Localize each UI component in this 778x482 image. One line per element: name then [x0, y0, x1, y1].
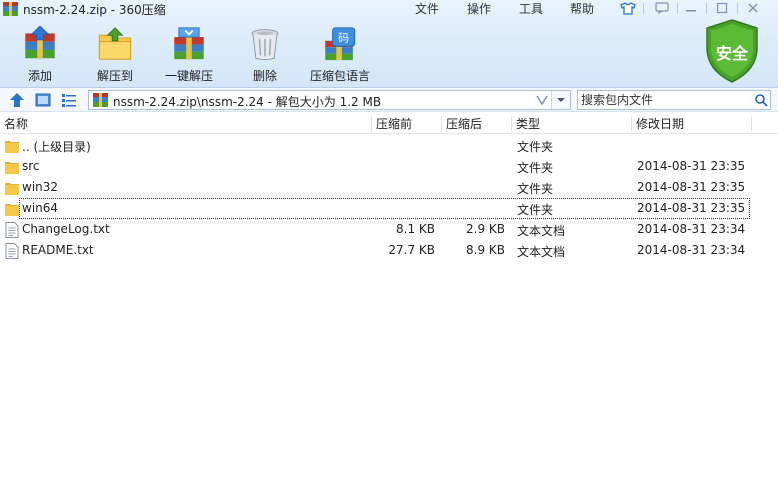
- file-type: 文本文档: [517, 224, 566, 238]
- search-box: [577, 90, 771, 110]
- folder-extract-icon: [98, 27, 132, 60]
- one-click-extract-icon: [174, 27, 204, 60]
- file-packed-size: 8.1 KB: [396, 222, 435, 236]
- search-icon[interactable]: [754, 93, 768, 107]
- text-file-icon: [5, 222, 19, 238]
- archive-icon: [93, 93, 108, 107]
- file-packed-size: 27.7 KB: [388, 243, 435, 257]
- maximize-button[interactable]: [711, 0, 733, 16]
- folder-icon: [5, 162, 19, 174]
- shirt-icon: [620, 1, 636, 15]
- column-modified[interactable]: 修改日期: [632, 114, 684, 134]
- search-input[interactable]: [581, 92, 749, 108]
- file-row[interactable]: ChangeLog.txt 8.1 KB 2.9 KB 文本文档 2014-08-31 …: [0, 219, 778, 240]
- minimize-icon: [686, 10, 696, 12]
- title-divider: [643, 3, 644, 14]
- file-type: 文件夹: [517, 140, 554, 154]
- file-row[interactable]: win64 文件夹 2014-08-31 23:35: [0, 198, 778, 219]
- file-type: 文本文档: [517, 245, 566, 259]
- file-compressed-size: 2.9 KB: [466, 222, 505, 236]
- file-modified: 2014-08-31 23:34: [637, 243, 746, 257]
- path-text: nssm-2.24.zip\nssm-2.24 - 解包大小为 1.2 MB: [113, 95, 382, 109]
- dropdown-arrow-icon: [557, 98, 565, 102]
- archive-app-icon: [3, 2, 18, 16]
- column-packed[interactable]: 压缩前: [372, 114, 412, 134]
- path-field[interactable]: nssm-2.24.zip\nssm-2.24 - 解包大小为 1.2 MB: [88, 90, 571, 110]
- file-compressed-size: 8.9 KB: [466, 243, 505, 257]
- maximize-icon: [716, 2, 728, 14]
- minimize-button[interactable]: [680, 0, 702, 16]
- file-row[interactable]: .. (上级目录) 文件夹: [0, 135, 778, 156]
- feedback-button[interactable]: [651, 0, 673, 16]
- column-name[interactable]: 名称: [0, 114, 28, 134]
- title-bar: nssm-2.24.zip - 360压缩 文件 操作 工具 帮助: [0, 0, 778, 18]
- chevron-down-icon[interactable]: [535, 94, 549, 106]
- file-name: .. (上级目录): [22, 140, 91, 154]
- folder-icon: [5, 204, 19, 216]
- file-modified: 2014-08-31 23:35: [637, 180, 746, 194]
- encoding-label: 压缩包语言: [310, 69, 371, 83]
- title-divider: [677, 3, 678, 14]
- menu-help[interactable]: 帮助: [570, 0, 594, 16]
- security-label: 安全: [715, 44, 748, 63]
- skin-button[interactable]: [617, 0, 639, 16]
- file-row[interactable]: README.txt 27.7 KB 8.9 KB 文本文档 2014-08-31 23…: [0, 240, 778, 261]
- add-button[interactable]: 添加: [21, 26, 59, 84]
- title-divider: [706, 3, 707, 14]
- file-name: win64: [22, 201, 59, 215]
- security-shield-button[interactable]: 安全: [703, 18, 761, 84]
- file-type: 文件夹: [517, 161, 554, 175]
- file-modified: 2014-08-31 23:34: [637, 222, 746, 236]
- encoding-button[interactable]: 码 压缩包语言: [310, 26, 370, 84]
- title-toolbar-area: nssm-2.24.zip - 360压缩 文件 操作 工具 帮助 添加 解压到…: [0, 0, 778, 88]
- add-label: 添加: [27, 69, 52, 83]
- file-row[interactable]: win32 文件夹 2014-08-31 23:35: [0, 177, 778, 198]
- file-name: README.txt: [22, 243, 94, 257]
- window-title: nssm-2.24.zip - 360压缩: [23, 3, 166, 17]
- one-click-extract-button[interactable]: 一键解压: [165, 26, 213, 84]
- svg-text:码: 码: [338, 32, 349, 45]
- text-file-icon: [5, 243, 19, 259]
- close-button[interactable]: [742, 0, 764, 16]
- extract-to-button[interactable]: 解压到: [96, 26, 134, 84]
- file-modified: 2014-08-31 23:35: [637, 201, 746, 215]
- up-level-icon[interactable]: [9, 92, 25, 108]
- file-name: src: [22, 159, 40, 173]
- one-click-extract-label: 一键解压: [165, 69, 214, 83]
- list-view-icon[interactable]: [61, 92, 77, 108]
- add-archive-icon: [25, 26, 55, 59]
- file-row[interactable]: src 文件夹 2014-08-31 23:35: [0, 156, 778, 177]
- menu-tools[interactable]: 工具: [519, 0, 543, 16]
- delete-label: 删除: [252, 69, 277, 83]
- file-list-header: 名称 压缩前 压缩后 类型 修改日期: [0, 114, 778, 134]
- address-bar: nssm-2.24.zip\nssm-2.24 - 解包大小为 1.2 MB: [0, 88, 778, 112]
- column-compressed[interactable]: 压缩后: [442, 114, 482, 134]
- column-type[interactable]: 类型: [512, 114, 540, 134]
- folder-icon: [5, 183, 19, 195]
- file-name: win32: [22, 180, 59, 194]
- title-divider: [737, 3, 738, 14]
- file-type: 文件夹: [517, 182, 554, 196]
- extract-to-label: 解压到: [96, 69, 133, 83]
- trash-icon: [251, 29, 279, 61]
- file-name: ChangeLog.txt: [22, 222, 110, 236]
- file-type: 文件夹: [517, 203, 554, 217]
- column-divider[interactable]: [751, 116, 752, 132]
- menu-file[interactable]: 文件: [415, 0, 439, 16]
- menu-operate[interactable]: 操作: [467, 0, 491, 16]
- delete-button[interactable]: 删除: [246, 26, 284, 84]
- message-icon: [655, 2, 669, 14]
- encoding-icon: 码: [325, 27, 356, 61]
- large-icon-view-icon[interactable]: [35, 92, 51, 108]
- file-modified: 2014-08-31 23:35: [637, 159, 746, 173]
- path-dropdown-button[interactable]: [551, 91, 570, 109]
- folder-icon: [5, 141, 19, 153]
- close-icon: [748, 3, 758, 13]
